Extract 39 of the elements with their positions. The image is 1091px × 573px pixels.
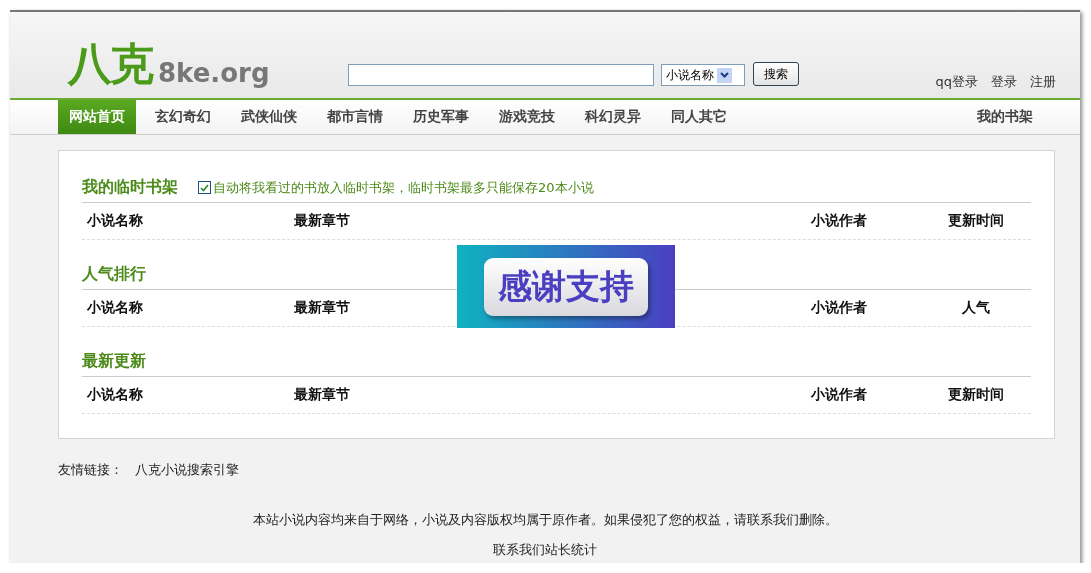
nav-tab[interactable]: 都市言情 [316, 100, 394, 134]
column-header: 小说作者 [811, 299, 868, 317]
header-link[interactable]: 注册 [1030, 73, 1056, 91]
nav-tab[interactable]: 历史军事 [402, 100, 480, 134]
column-header: 人气 [961, 299, 991, 317]
column-header: 最新章节 [294, 212, 351, 230]
column-header: 最新章节 [294, 386, 351, 404]
column-header: 小说作者 [811, 212, 868, 230]
footer-links[interactable]: 联系我们站长统计 [493, 542, 597, 557]
column-header: 小说名称 [87, 212, 144, 230]
column-header: 小说名称 [87, 386, 144, 404]
checkbox-label: 自动将我看过的书放入临时书架，临时书架最多只能保存20本小说 [213, 178, 594, 197]
header-link[interactable]: 登录 [991, 73, 1017, 91]
header-link[interactable]: qq登录 [935, 73, 978, 91]
nav-tab[interactable]: 游戏竞技 [488, 100, 566, 134]
column-header: 小说作者 [811, 386, 868, 404]
column-header: 小说名称 [87, 299, 144, 317]
friend-links-label: 友情链接： [58, 461, 123, 479]
nav-tab[interactable]: 网站首页 [58, 100, 136, 134]
section-title: 我的临时书架 [82, 177, 178, 198]
checkbox[interactable] [198, 181, 211, 194]
nav-tab[interactable]: 玄幻奇幻 [144, 100, 222, 134]
site-domain: 8ke.org [158, 60, 270, 86]
section-title: 最新更新 [82, 351, 146, 372]
banner-text: 感谢支持 [484, 257, 648, 316]
nav-tab[interactable]: 武侠仙侠 [230, 100, 308, 134]
search-field[interactable] [347, 64, 654, 86]
bookshelf-link[interactable]: 我的书架 [966, 100, 1044, 134]
nav-tab[interactable]: 科幻灵异 [574, 100, 652, 134]
nav-tab[interactable]: 同人其它 [660, 100, 738, 134]
copyright-notice: 本站小说内容均来自于网络，小说及内容版权均属于原作者。如果侵犯了您的权益，请联系我们删除。 [252, 512, 838, 527]
column-header: 最新章节 [294, 299, 351, 317]
friend-link[interactable]: 八克小说搜索引擎 [135, 461, 239, 479]
column-header: 更新时间 [947, 212, 1005, 230]
column-header: 更新时间 [947, 386, 1005, 404]
search-type-select[interactable]: 小说名称 [660, 64, 745, 86]
search-button[interactable]: 搜索 [752, 62, 799, 86]
caret-icon [716, 67, 732, 83]
section-title: 人气排行 [82, 264, 146, 285]
